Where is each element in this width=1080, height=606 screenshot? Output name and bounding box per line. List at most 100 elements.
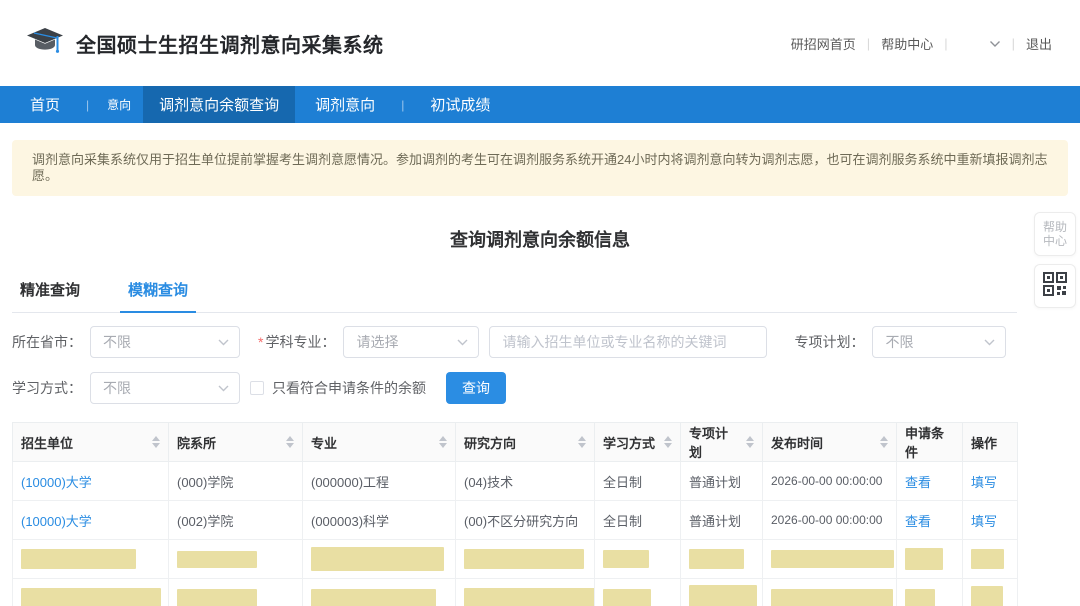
redacted-content [21,549,136,569]
plan-label: 专项计划： [794,332,864,352]
table-cell: 普通计划 [681,462,763,501]
query-tabs: 精准查询模糊查询 [12,278,1017,313]
redacted-content [971,586,1003,606]
table-cell: 2026-00-00 00:00:00 [763,501,897,540]
column-header[interactable]: 院系所 [169,423,303,462]
sort-icon[interactable] [664,436,672,448]
redacted-content [603,589,651,606]
column-label: 招生单位 [21,433,73,452]
table-cell [303,579,456,606]
chevron-down-icon [218,385,229,392]
tab-0[interactable]: 精准查询 [12,279,88,313]
sort-icon[interactable] [746,436,754,448]
table-cell: (10000)大学 [13,462,169,501]
keyword-input[interactable] [489,326,767,358]
column-header[interactable]: 研究方向 [456,423,595,462]
sort-icon[interactable] [286,436,294,448]
qr-code-icon [1043,272,1067,301]
table-cell: 填写 [963,462,1018,501]
search-button[interactable]: 查询 [446,372,506,404]
fill-link[interactable]: 填写 [971,514,997,529]
link-logout[interactable]: 退出 [1026,34,1052,53]
table-body: (10000)大学(000)学院(000000)工程(04)技术全日制普通计划2… [13,462,1018,606]
page: 全国硕士生招生调剂意向采集系统 研招网首页 | 帮助中心 | | 退出 首页|意… [0,0,1080,606]
table-cell [963,579,1018,606]
table-cell: (000000)工程 [303,462,456,501]
province-label: 所在省市： [12,332,82,352]
app-title: 全国硕士生招生调剂意向采集系统 [76,29,384,58]
table-cell [963,540,1018,579]
column-header[interactable]: 招生单位 [13,423,169,462]
column-label: 申请条件 [905,423,954,461]
redacted-content [21,588,161,606]
table-cell: (002)学院 [169,501,303,540]
nav-item-3[interactable]: 调剂意向 [295,86,395,123]
link-help-center[interactable]: 帮助中心 [881,34,933,53]
view-link[interactable]: 查看 [905,514,931,529]
table-cell: (00)不区分研究方向 [456,501,595,540]
table-cell [456,540,595,579]
redacted-content [771,589,893,606]
main-nav: 首页|意向调剂意向余额查询调剂意向|初试成绩 [0,86,1080,123]
table-cell [169,540,303,579]
table-row: (10000)大学(002)学院(000003)科学(00)不区分研究方向全日制… [13,501,1018,540]
redacted-content [464,549,584,569]
nav-item-4[interactable]: 初试成绩 [410,86,510,123]
required-mark: * [258,334,263,350]
qr-code-button[interactable] [1034,264,1076,308]
results-table: 招生单位 院系所专业研究方向学习方式专项计划发布时间申请条件操作 (10000)大… [12,422,1018,606]
table-header-row: 招生单位 院系所专业研究方向学习方式专项计划发布时间申请条件操作 [13,423,1018,462]
table-cell [595,540,681,579]
sort-icon[interactable] [578,436,586,448]
help-center-label: 帮助中心 [1043,220,1067,248]
help-center-button[interactable]: 帮助中心 [1034,212,1076,256]
subject-label: *学科专业： [258,332,335,352]
sort-icon[interactable] [439,436,447,448]
study-mode-value: 不限 [103,378,131,398]
unit-link[interactable]: (10000)大学 [21,475,92,490]
column-header[interactable]: 专业 [303,423,456,462]
fill-link[interactable]: 填写 [971,475,997,490]
study-mode-select[interactable]: 不限 [90,372,240,404]
tab-1[interactable]: 模糊查询 [120,279,196,313]
column-header[interactable]: 学习方式 [595,423,681,462]
table-row: (10000)大学(000)学院(000000)工程(04)技术全日制普通计划2… [13,462,1018,501]
chevron-down-icon [457,339,468,346]
divider: | [1012,36,1015,51]
redacted-content [689,549,744,569]
divider: | [944,36,947,51]
column-header[interactable]: 专项计划 [681,423,763,462]
table-cell [13,579,169,606]
filter-row-2: 学习方式： 不限 只看符合申请条件的余额 查询 [12,372,1080,404]
nav-item-1[interactable]: 意向 [95,86,143,123]
eligible-only-label: 只看符合申请条件的余额 [272,378,426,398]
table-cell: 查看 [897,501,963,540]
plan-value: 不限 [885,332,913,352]
view-link[interactable]: 查看 [905,475,931,490]
province-select[interactable]: 不限 [90,326,240,358]
floating-panel: 帮助中心 [1034,212,1076,308]
chevron-down-icon [218,339,229,346]
column-header: 操作 [963,423,1018,462]
sort-icon[interactable] [880,436,888,448]
table-cell: (04)技术 [456,462,595,501]
sort-icon[interactable] [152,436,160,448]
nav-item-0[interactable]: 首页 [10,86,80,123]
table-cell [897,540,963,579]
table-row-redacted [13,579,1018,606]
graduation-cap-logo-icon [26,26,66,61]
filter-row-1: 所在省市： 不限 *学科专业： 请选择 专项计划： 不限 [12,326,1080,358]
subject-select[interactable]: 请选择 [343,326,479,358]
column-header[interactable]: 发布时间 [763,423,897,462]
chevron-down-icon[interactable] [989,36,1001,51]
redacted-content [464,588,595,606]
plan-select[interactable]: 不限 [872,326,1006,358]
eligible-only-checkbox[interactable] [250,381,264,395]
column-label: 操作 [971,433,997,452]
redacted-content [971,549,1004,569]
unit-link[interactable]: (10000)大学 [21,514,92,529]
nav-item-2[interactable]: 调剂意向余额查询 [143,86,295,123]
table-cell: 2026-00-00 00:00:00 [763,462,897,501]
link-yanzhao-home[interactable]: 研招网首页 [791,34,856,53]
redacted-content [905,589,935,606]
